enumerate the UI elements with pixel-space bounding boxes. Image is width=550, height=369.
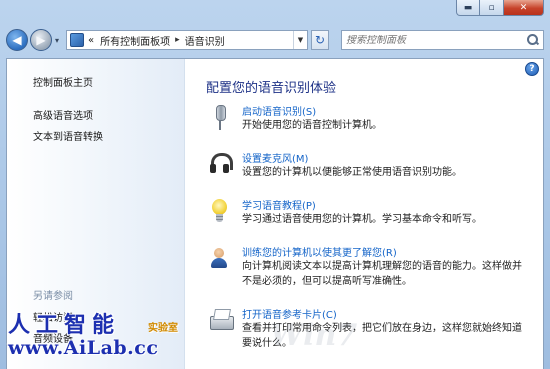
task-description: 查看并打印常用命令列表，把它们放在身边，这样您就始终知道要说什么。 [242,323,522,349]
search-icon[interactable] [527,34,539,46]
search-input[interactable] [346,34,506,46]
breadcrumb-separator[interactable]: ▸ [175,35,180,45]
back-button[interactable]: ◀ [6,29,28,51]
address-bar[interactable]: « 所有控制面板项 ▸ 语音识别 ▼ [66,30,308,50]
train-computer-link[interactable]: 训练您的计算机以使其更了解您(R) [242,244,397,259]
maximize-button[interactable]: ▫ [480,0,504,16]
breadcrumb-speech-recognition[interactable]: 语音识别 [185,33,225,48]
navigation-bar: ◀ ▶ ▾ « 所有控制面板项 ▸ 语音识别 ▼ ↻ [6,26,544,54]
sidebar-item-audio-devices[interactable]: 音频设备 [33,330,73,345]
start-speech-recognition-link[interactable]: 启动语音识别(S) [242,103,316,118]
close-button[interactable]: ✕ [504,0,544,16]
printer-icon [208,308,234,336]
sidebar: 控制面板主页 高级语音选项 文本到语音转换 另请参阅 轻松访问 音频设备 [7,59,185,369]
caption-buttons: ▬ ▫ ✕ [456,0,544,16]
sidebar-item-ease-of-access[interactable]: 轻松访问 [33,309,73,324]
task-description: 向计算机阅读文本以提高计算机理解您的语音的能力。这样做并不是必须的，但可以提高听… [242,261,522,287]
setup-microphone-link[interactable]: 设置麦克风(M) [242,150,308,165]
recent-pages-dropdown[interactable]: ▾ [52,36,62,45]
task-description: 学习通过语音使用您的计算机。学习基本命令和听写。 [242,214,482,225]
help-icon[interactable]: ? [525,62,539,76]
breadcrumb-all-items[interactable]: 所有控制面板项 [100,33,170,48]
page-title: 配置您的语音识别体验 [206,81,337,96]
forward-button[interactable]: ▶ [30,29,52,51]
reference-card-link[interactable]: 打开语音参考卡片(C) [242,306,337,321]
minimize-button[interactable]: ▬ [456,0,480,16]
main-panel: ? 配置您的语音识别体验 启动语音识别(S) 开始使用您的语音控制计算机。 设置… [186,59,543,369]
sidebar-item-control-panel-home[interactable]: 控制面板主页 [33,74,93,89]
sidebar-item-advanced-speech-options[interactable]: 高级语音选项 [33,107,93,122]
refresh-button[interactable]: ↻ [311,30,329,50]
user-icon [208,246,232,274]
search-box[interactable] [341,30,544,50]
task-description: 开始使用您的语音控制计算机。 [242,120,382,131]
window-frame: ▬ ▫ ✕ ◀ ▶ ▾ « 所有控制面板项 ▸ 语音识别 ▼ ↻ 控制面板主页 … [0,0,550,369]
content-area: 控制面板主页 高级语音选项 文本到语音转换 另请参阅 轻松访问 音频设备 ? 配… [6,58,544,369]
headset-icon [208,152,233,180]
see-also-heading: 另请参阅 [33,291,73,302]
speech-tutorial-link[interactable]: 学习语音教程(P) [242,197,316,212]
breadcrumb-overflow[interactable]: « [88,35,94,46]
address-dropdown[interactable]: ▼ [293,31,307,49]
microphone-icon [208,105,232,133]
sidebar-item-text-to-speech[interactable]: 文本到语音转换 [33,128,103,143]
task-description: 设置您的计算机以便能够正常使用语音识别功能。 [242,167,462,178]
control-panel-icon [70,33,84,47]
lightbulb-icon [208,199,232,227]
